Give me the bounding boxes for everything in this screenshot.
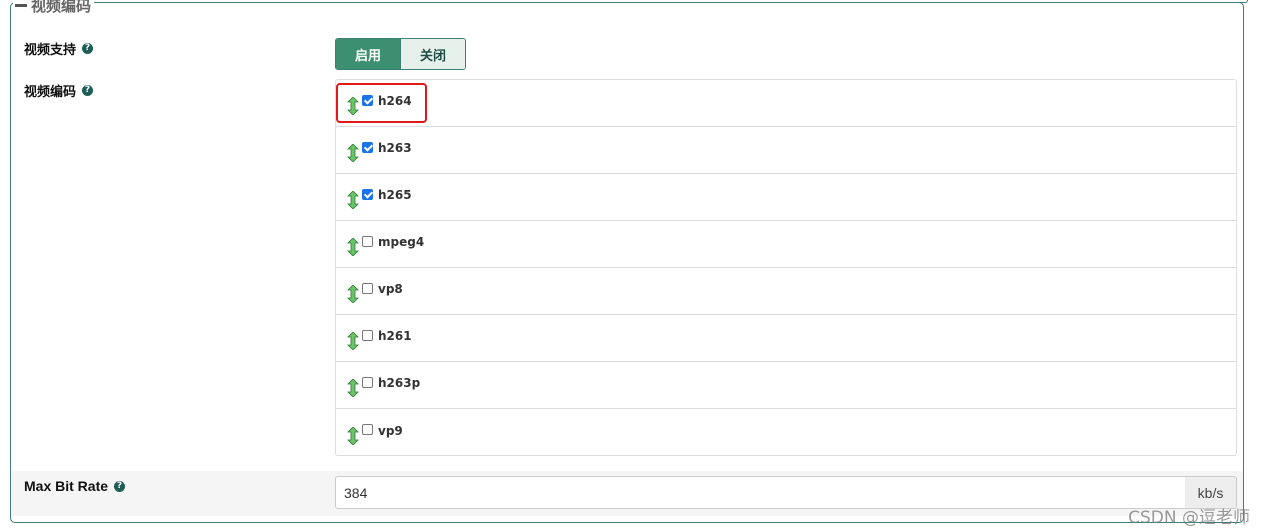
highlight-box <box>336 83 427 123</box>
video-codec-label-text: 视频编码 <box>24 85 77 100</box>
drag-handle-icon[interactable] <box>347 191 359 209</box>
video-support-label: 视频支持 ? <box>24 39 94 58</box>
drag-handle-icon[interactable] <box>347 379 359 397</box>
max-bit-rate-label: Max Bit Rate ? <box>24 478 126 494</box>
section-title[interactable]: 视频编码 <box>13 0 95 16</box>
section-title-text: 视频编码 <box>31 0 92 15</box>
disable-button[interactable]: 关闭 <box>400 39 465 69</box>
drag-handle-icon[interactable] <box>347 238 359 256</box>
drag-handle-icon[interactable] <box>347 144 359 162</box>
codec-checkbox[interactable] <box>362 141 373 153</box>
codec-row[interactable]: h264 <box>336 80 1236 127</box>
codec-row[interactable]: h263 <box>336 127 1236 174</box>
codec-row[interactable]: h261 <box>336 315 1236 362</box>
codec-checkbox[interactable] <box>362 235 373 247</box>
codec-row[interactable]: mpeg4 <box>336 221 1236 268</box>
codec-row[interactable]: vp9 <box>336 409 1236 456</box>
max-bit-rate-label-text: Max Bit Rate <box>24 478 109 494</box>
codec-name: h263p <box>378 376 421 390</box>
codec-checkbox[interactable] <box>362 424 373 435</box>
video-support-label-text: 视频支持 <box>24 43 77 58</box>
codec-checkbox[interactable] <box>362 188 373 200</box>
codec-checkbox[interactable] <box>362 329 373 341</box>
codec-checkbox[interactable] <box>362 376 373 388</box>
collapse-icon[interactable] <box>15 4 27 7</box>
enable-button[interactable]: 启用 <box>336 39 400 69</box>
codec-name: vp9 <box>378 423 403 438</box>
codec-name: vp8 <box>378 282 403 296</box>
help-icon[interactable]: ? <box>82 43 94 54</box>
codec-row[interactable]: h263p <box>336 362 1236 409</box>
codec-row[interactable]: vp8 <box>336 268 1236 315</box>
help-icon[interactable]: ? <box>114 480 126 492</box>
codec-name: mpeg4 <box>378 235 425 249</box>
drag-handle-icon[interactable] <box>347 332 359 350</box>
codec-list: h264 h263 h265 mpeg4 vp8 h261 h263p vp9 <box>335 79 1237 456</box>
codec-checkbox[interactable] <box>362 282 373 294</box>
help-icon[interactable]: ? <box>82 85 94 96</box>
codec-name: h265 <box>378 188 412 202</box>
video-codec-label: 视频编码 ? <box>24 81 94 100</box>
max-bit-rate-input[interactable]: 384 <box>335 476 1186 509</box>
video-support-toggle[interactable]: 启用 关闭 <box>335 38 466 70</box>
codec-name: h261 <box>378 329 412 343</box>
codec-name: h263 <box>378 141 412 155</box>
drag-handle-icon[interactable] <box>347 426 359 445</box>
watermark: CSDN @逗老师 <box>1128 508 1250 528</box>
codec-row[interactable]: h265 <box>336 174 1236 221</box>
drag-handle-icon[interactable] <box>347 285 359 303</box>
